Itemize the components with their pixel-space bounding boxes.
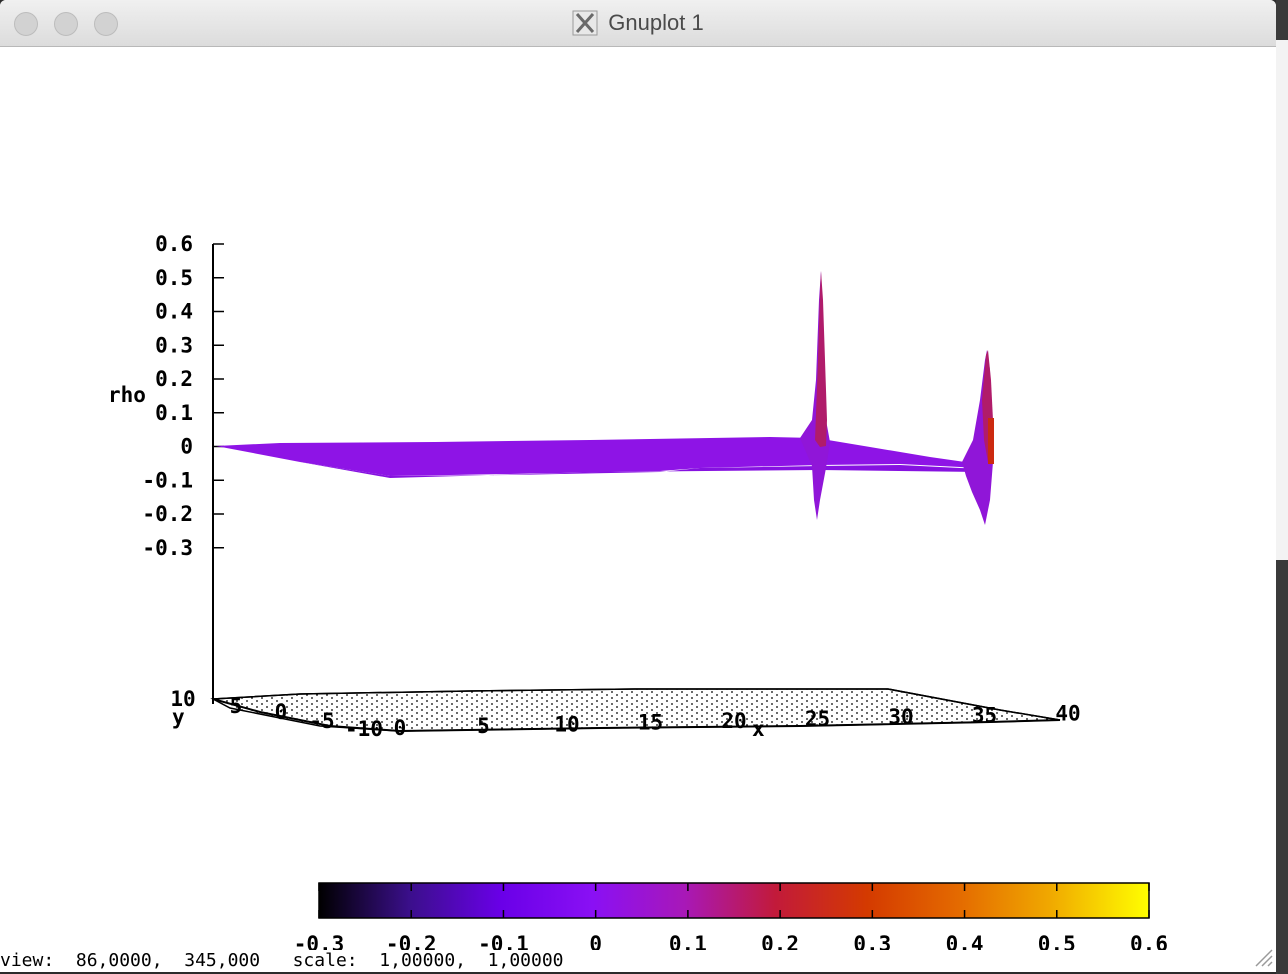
x-tick-label: 5 (477, 714, 490, 738)
z-tick-label: 0.6 (155, 232, 193, 256)
y-tick-label: -5 (309, 709, 334, 733)
colorbox-tick-label: -0.1 (478, 932, 529, 950)
z-axis-label: rho (108, 383, 146, 407)
background-window-strip (1276, 0, 1288, 974)
x-tick-label: 40 (1055, 702, 1080, 726)
z-axis-ticks: 0.6 0.5 0.4 0.3 0.2 0.1 0 -0.1 -0.2 -0.3 (142, 232, 224, 560)
gnuplot-window: Gnuplot 1 0.6 0.5 0.4 0.3 0.2 0.1 0 -0.1… (0, 0, 1276, 972)
y-tick-label: 0 (275, 700, 288, 724)
z-tick-label: -0.2 (142, 502, 193, 526)
x-tick-label: 35 (972, 703, 997, 727)
z-tick-label: 0.1 (155, 401, 193, 425)
colorbox (318, 882, 1150, 919)
y-axis-label: y (172, 705, 185, 729)
z-tick-label: 0.5 (155, 266, 193, 290)
colorbox-tick-label: 0 (589, 932, 602, 950)
peak-x35-hot-edge (988, 418, 994, 464)
resize-grip-icon[interactable] (1250, 944, 1274, 968)
colorbox-tick-label: 0.3 (853, 932, 891, 950)
colorbox-tick-label: 0.1 (669, 932, 707, 950)
x-tick-label: 15 (638, 711, 663, 735)
colorbox-tick-label: 0.4 (946, 932, 984, 950)
y-tick-label: 5 (230, 694, 243, 718)
x-tick-label: 20 (721, 709, 746, 733)
z-tick-label: -0.3 (142, 536, 193, 560)
y-tick-label: -10 (345, 717, 383, 741)
x-axis-label: x (752, 717, 765, 741)
x-tick-label: 10 (554, 712, 579, 736)
z-tick-label: 0 (180, 435, 193, 459)
colorbox-tick-label: 0.2 (761, 932, 799, 950)
colorbox-tick-label: 0.5 (1038, 932, 1076, 950)
colorbox-tick-label: -0.3 (294, 932, 345, 950)
x-tick-label: 0 (394, 716, 407, 740)
base-plane (210, 688, 1061, 732)
plot-canvas[interactable]: 0.6 0.5 0.4 0.3 0.2 0.1 0 -0.1 -0.2 -0.3 rho 0 5 10… (0, 0, 1276, 950)
z-tick-label: 0.2 (155, 367, 193, 391)
x-tick-label: 30 (888, 705, 913, 729)
z-tick-label: 0.4 (155, 300, 193, 324)
z-tick-label: 0.3 (155, 333, 193, 357)
z-tick-label: -0.1 (142, 468, 193, 492)
x-tick-label: 25 (805, 707, 830, 731)
status-line: view: 86,0000, 345,000 scale: 1,00000, 1… (0, 950, 564, 971)
colorbox-tick-label: 0.6 (1130, 932, 1168, 950)
colorbox-tick-label: -0.2 (386, 932, 437, 950)
